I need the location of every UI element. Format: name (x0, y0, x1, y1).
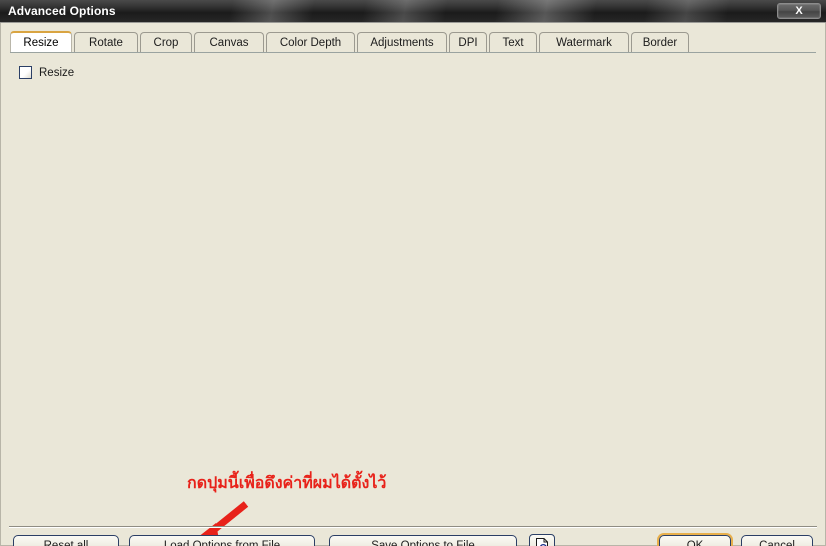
save-options-button[interactable]: Save Options to File (329, 535, 517, 546)
tab-label: Crop (153, 36, 179, 49)
tab-text[interactable]: Text (489, 32, 537, 52)
close-button[interactable]: X (777, 3, 821, 19)
close-icon: X (795, 4, 803, 17)
tab-label: Canvas (209, 36, 249, 49)
annotation-text: กดปุมนี้เพื่อดึงค่าที่ผมได้ตั้งไว้ (187, 475, 387, 492)
tab-label: DPI (458, 36, 478, 49)
tab-label: Watermark (556, 36, 612, 49)
tab-strip: Resize Rotate Crop Canvas Color Depth Adjustm… (1, 31, 825, 52)
tab-resize[interactable]: Resize (10, 31, 72, 52)
title-bar: Advanced Options X (0, 0, 826, 23)
resize-checkbox-label: Resize (39, 66, 75, 79)
preview-button[interactable] (529, 534, 555, 546)
bottom-button-bar: Reset all Load Options from File Save Opti… (1, 529, 825, 546)
tab-crop[interactable]: Crop (140, 32, 192, 52)
button-label: Reset all (43, 540, 89, 546)
tab-dpi[interactable]: DPI (449, 32, 487, 52)
document-magnifier-icon (535, 538, 548, 546)
tab-label: Border (642, 36, 678, 49)
tab-adjustments[interactable]: Adjustments (357, 32, 447, 52)
reset-all-button[interactable]: Reset all (13, 535, 119, 546)
tab-label: Resize (23, 36, 59, 49)
load-options-button[interactable]: Load Options from File (129, 535, 315, 546)
tab-canvas[interactable]: Canvas (194, 32, 264, 52)
button-label: Cancel (759, 540, 795, 546)
button-label: Save Options to File (371, 540, 475, 546)
resize-checkbox-row[interactable]: Resize (19, 66, 74, 79)
button-label: OK (686, 540, 704, 546)
bottom-separator (9, 526, 817, 528)
cancel-button[interactable]: Cancel (741, 535, 813, 546)
tab-label: Rotate (89, 36, 123, 49)
advanced-options-dialog: Advanced Options X Resize Rotate Crop Canva… (0, 0, 826, 546)
window-title: Advanced Options (8, 4, 116, 18)
dialog-body: Resize Rotate Crop Canvas Color Depth Adjustm… (0, 23, 826, 546)
tab-label: Adjustments (370, 36, 434, 49)
tab-color-depth[interactable]: Color Depth (266, 32, 355, 52)
resize-tab-panel: Resize (10, 53, 816, 501)
tab-label: Text (502, 36, 524, 49)
tab-watermark[interactable]: Watermark (539, 32, 629, 52)
tab-border[interactable]: Border (631, 32, 689, 52)
button-label: Load Options from File (163, 540, 281, 546)
tab-rotate[interactable]: Rotate (74, 32, 138, 52)
tab-label: Color Depth (279, 36, 342, 49)
ok-button[interactable]: OK (659, 535, 731, 546)
resize-checkbox[interactable] (19, 66, 32, 79)
